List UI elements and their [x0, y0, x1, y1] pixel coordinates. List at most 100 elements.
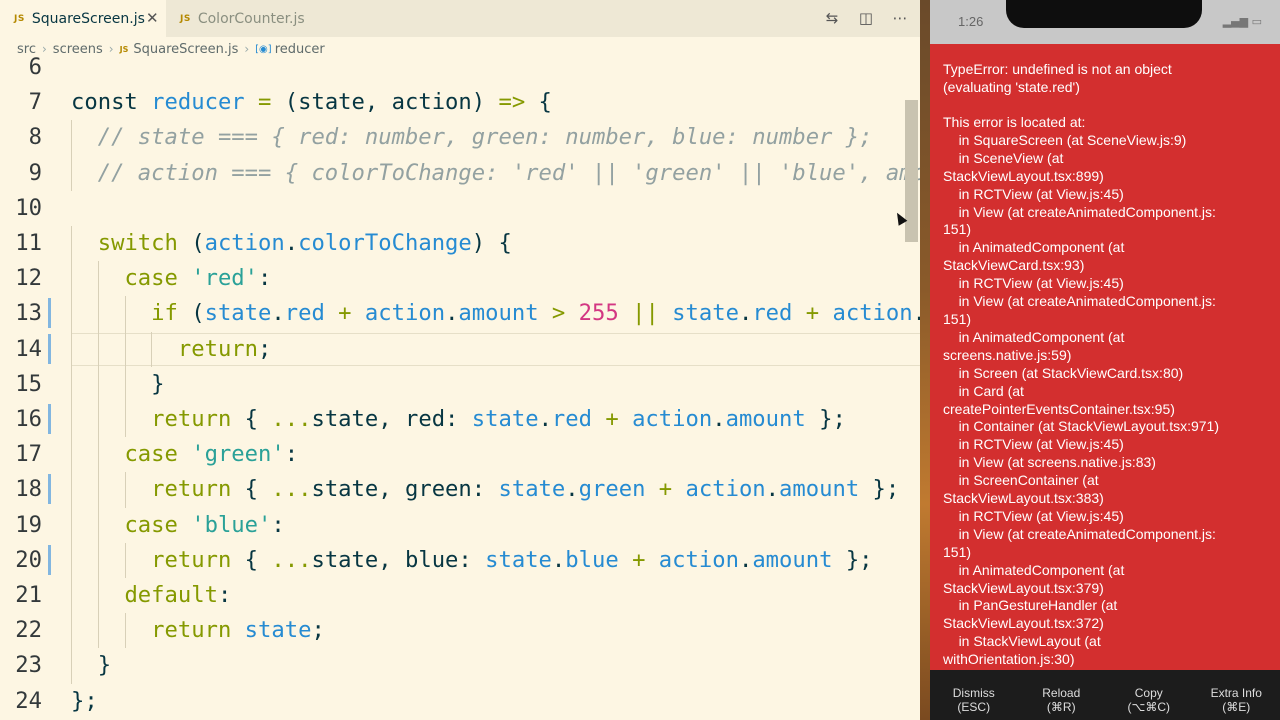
js-file-icon: JS [14, 13, 25, 24]
code-line[interactable]: 24}; [0, 684, 920, 719]
code-token: state, blue: [311, 546, 486, 573]
stack-frame: in PanGestureHandler (at StackViewLayout… [943, 597, 1118, 632]
window-divider [920, 0, 930, 720]
code-token: . [565, 476, 579, 503]
code-line[interactable]: 11 switch (action.colorToChange) { [0, 226, 920, 261]
button-shortcut: (⌥⌘C) [1127, 700, 1171, 714]
wifi-battery-icon: ▂▄▆ ▭ [1222, 15, 1262, 28]
code-token: reducer [151, 89, 245, 116]
button-shortcut: (⌘E) [1222, 700, 1251, 714]
code-token: case [124, 441, 192, 468]
code-token: 'blue' [191, 511, 272, 538]
stack-frame: in AnimatedComponent (at StackViewLayout… [943, 561, 1125, 596]
line-source: if (state.red + action.amount > 255 || s… [71, 296, 920, 331]
line-number: 12 [15, 265, 42, 292]
code-token: amount [779, 476, 860, 503]
more-actions-icon[interactable]: ⋯ [891, 9, 909, 27]
code-token: if [151, 300, 178, 327]
stack-frame: in RCTView (at View.js:45) [943, 275, 1124, 292]
phone-notch [1006, 0, 1202, 28]
indent-guide [97, 542, 99, 578]
git-modified-marker [48, 404, 51, 434]
code-token: action [632, 406, 713, 432]
copy-button[interactable]: Copy (⌥⌘C) [1105, 670, 1193, 720]
code-line[interactable]: 12 case 'red': [0, 261, 920, 296]
code-token: + [592, 406, 633, 432]
phone-simulator: 1:26 ▂▄▆ ▭ TypeError: undefined is not a… [930, 0, 1280, 720]
code-token: green [578, 476, 646, 503]
line-number: 19 [15, 511, 42, 538]
code-line[interactable]: 23 } [0, 648, 920, 683]
stack-frame: in View (at screens.native.js:83) [943, 454, 1156, 471]
indent-guide [124, 366, 126, 402]
line-number: 7 [28, 89, 42, 116]
code-line[interactable]: 7 const reducer = (state, action) => { [0, 85, 920, 120]
code-token: ( [177, 300, 205, 327]
indent-guide [97, 507, 99, 543]
split-editor-icon[interactable]: ◫ [857, 9, 875, 27]
code-token: . [271, 300, 285, 327]
code-line[interactable]: 19 case 'blue': [0, 508, 920, 543]
tab-colorcounter[interactable]: JS ColorCounter.js [166, 0, 334, 37]
code-token: }; [71, 687, 98, 714]
stack-frame: in RCTView (at View.js:45) [943, 185, 1124, 202]
code-token: 255 [578, 300, 619, 327]
code-line[interactable]: 13 if (state.red + action.amount > 255 |… [0, 296, 920, 331]
line-source: return state; [71, 613, 325, 648]
code-line[interactable]: 6 [0, 50, 920, 85]
line-number: 9 [28, 159, 42, 186]
code-token: action [364, 300, 446, 327]
error-redbox[interactable]: TypeError: undefined is not an object (e… [930, 44, 1280, 670]
button-label: Reload [1042, 686, 1081, 700]
code-token: return [151, 406, 232, 432]
tab-squarescreen[interactable]: JS SquareScreen.js ✕ [0, 0, 166, 37]
code-token: return [151, 617, 232, 644]
indent-guide [71, 507, 72, 543]
indent-guide [97, 472, 99, 508]
line-number: 24 [15, 687, 42, 714]
code-token: action [832, 300, 913, 327]
line-number: 14 [15, 335, 42, 362]
code-token: return [151, 476, 232, 503]
extra-info-button[interactable]: Extra Info (⌘E) [1193, 670, 1280, 720]
indent-guide [71, 648, 72, 684]
tab-label: ColorCounter.js [197, 10, 305, 27]
code-line[interactable]: 15 } [0, 367, 920, 402]
line-source: // action === { colorToChange: 'red' || … [71, 156, 920, 191]
code-line[interactable]: 16 return { ...state, red: state.red + a… [0, 402, 920, 437]
code-line[interactable]: 18 return { ...state, green: state.green… [0, 472, 920, 507]
indent-guide [71, 155, 72, 191]
code-token: switch [97, 230, 178, 256]
code-line[interactable]: 20 return { ...state, blue: state.blue +… [0, 543, 920, 578]
compare-changes-icon[interactable]: ⇆ [823, 9, 841, 27]
stack-frame: in AnimatedComponent (at screens.native.… [943, 328, 1125, 363]
code-token: > [538, 300, 579, 327]
reload-button[interactable]: Reload (⌘R) [1018, 670, 1106, 720]
indent-guide [71, 296, 72, 332]
code-token: action [658, 546, 739, 573]
git-modified-marker [48, 544, 51, 575]
code-line[interactable]: 8 // state === { red: number, green: num… [0, 120, 920, 155]
code-editor[interactable]: JS SquareScreen.js ✕ JS ColorCounter.js … [0, 0, 920, 720]
line-number: 20 [15, 546, 42, 573]
line-source: default: [71, 578, 231, 613]
stack-frame: in Container (at StackViewLayout.tsx:971… [943, 418, 1219, 435]
line-number: 11 [15, 230, 42, 256]
line-number: 15 [15, 370, 42, 397]
code-line[interactable]: 21 default: [0, 578, 920, 613]
indent-guide [71, 613, 72, 649]
error-message: TypeError: undefined is not an object (e… [943, 61, 1172, 95]
code-token: . [551, 546, 566, 573]
code-token: state [672, 300, 739, 327]
code-line[interactable]: 14 return; [0, 332, 920, 367]
code-line[interactable]: 17 case 'green': [0, 437, 920, 472]
dismiss-button[interactable]: Dismiss (ESC) [930, 670, 1018, 720]
close-icon[interactable]: ✕ [146, 9, 159, 27]
stack-frame: in SceneView (at StackViewLayout.tsx:899… [943, 149, 1104, 184]
code-line[interactable]: 22 return state; [0, 613, 920, 648]
code-line[interactable]: 9 // action === { colorToChange: 'red' |… [0, 156, 920, 191]
code-line[interactable]: 10 [0, 191, 920, 226]
